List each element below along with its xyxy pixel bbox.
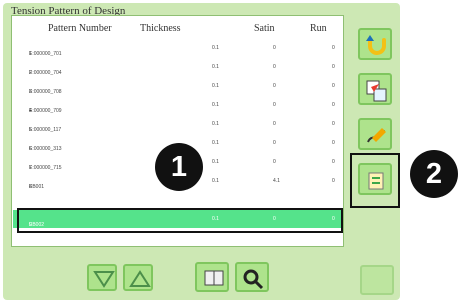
undo-button[interactable] bbox=[358, 28, 392, 60]
row-name: E:000000_701 bbox=[29, 51, 62, 57]
row-run: 0 bbox=[332, 159, 335, 165]
row-thickness: 0.1 bbox=[212, 121, 219, 127]
table-row[interactable]: 5 E:000000_117 0.1 0 0 bbox=[13, 115, 341, 133]
callout-badge-1: 1 bbox=[155, 143, 203, 191]
up-triangle-icon bbox=[129, 270, 151, 287]
copy-button[interactable] bbox=[358, 73, 392, 105]
scroll-down-button[interactable] bbox=[87, 264, 117, 291]
search-button[interactable] bbox=[235, 262, 269, 292]
row-satin: 0 bbox=[273, 121, 276, 127]
undo-icon bbox=[366, 35, 386, 55]
down-triangle-icon bbox=[93, 271, 115, 288]
header-pattern-number: Pattern Number bbox=[48, 23, 112, 34]
table-row[interactable]: 4 E:000000_709 0.1 0 0 bbox=[13, 96, 341, 114]
table-row[interactable]: 2 E:000000_704 0.1 0 0 bbox=[13, 58, 341, 76]
header-run: Run bbox=[310, 23, 327, 34]
row-run: 0 bbox=[332, 64, 335, 70]
row-name: E:000000_708 bbox=[29, 89, 62, 95]
row-thickness: 0.1 bbox=[212, 83, 219, 89]
row-name: EB001 bbox=[29, 184, 45, 190]
row-satin: 4.1 bbox=[273, 178, 280, 184]
row-satin: 0 bbox=[273, 102, 276, 108]
search-icon bbox=[243, 269, 264, 290]
scroll-up-button[interactable] bbox=[123, 264, 153, 291]
edit-button[interactable] bbox=[358, 118, 392, 150]
row-thickness: 0.1 bbox=[212, 102, 219, 108]
disabled-action-button[interactable] bbox=[360, 265, 394, 295]
bottom-toolbar bbox=[3, 245, 400, 300]
callout-frame-row bbox=[17, 208, 343, 233]
row-name: E:000000_117 bbox=[29, 127, 62, 133]
row-name: E:000000_704 bbox=[29, 70, 62, 76]
row-satin: 0 bbox=[273, 159, 276, 165]
copy-icon bbox=[366, 80, 387, 102]
callout-badge-2: 2 bbox=[410, 150, 458, 198]
row-thickness: 0.1 bbox=[212, 140, 219, 146]
edit-icon bbox=[367, 128, 386, 143]
table-row[interactable]: 3 E:000000_708 0.1 0 0 bbox=[13, 77, 341, 95]
pattern-library-button[interactable] bbox=[195, 262, 229, 292]
row-satin: 0 bbox=[273, 45, 276, 51]
row-run: 0 bbox=[332, 121, 335, 127]
row-name: E:000000_709 bbox=[29, 108, 62, 114]
row-thickness: 0.1 bbox=[212, 178, 219, 184]
row-satin: 0 bbox=[273, 83, 276, 89]
row-name: E:000000_313 bbox=[29, 146, 62, 152]
row-satin: 0 bbox=[273, 140, 276, 146]
row-thickness: 0.1 bbox=[212, 45, 219, 51]
row-run: 0 bbox=[332, 178, 335, 184]
row-thickness: 0.1 bbox=[212, 64, 219, 70]
header-thickness: Thickness bbox=[140, 23, 181, 34]
row-satin: 0 bbox=[273, 64, 276, 70]
book-icon bbox=[204, 270, 224, 286]
callout-frame-button bbox=[350, 153, 400, 208]
row-run: 0 bbox=[332, 45, 335, 51]
header-satin: Satin bbox=[254, 23, 275, 34]
row-run: 0 bbox=[332, 83, 335, 89]
row-name: E:000000_715 bbox=[29, 165, 62, 171]
row-run: 0 bbox=[332, 102, 335, 108]
row-run: 0 bbox=[332, 140, 335, 146]
row-thickness: 0.1 bbox=[212, 159, 219, 165]
table-row[interactable]: 1 E:000000_701 0.1 0 0 bbox=[13, 39, 341, 57]
